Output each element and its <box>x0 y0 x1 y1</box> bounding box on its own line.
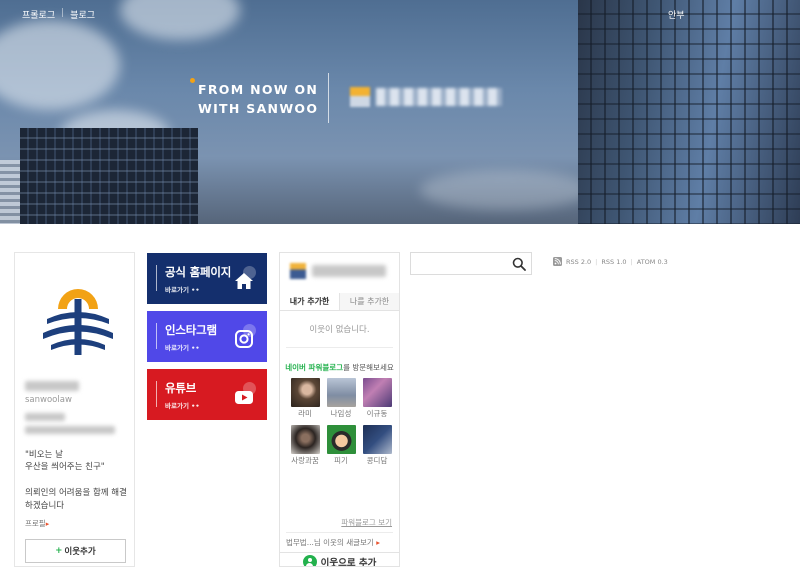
atom-link[interactable]: ATOM 0.3 <box>637 258 668 266</box>
add-as-neighbor-button[interactable]: 이웃으로 추가 <box>280 552 399 567</box>
nav-prologue[interactable]: 프롤로그 <box>22 8 55 21</box>
neighbor-tabs: 내가 추가한 나를 추가한 <box>280 293 399 311</box>
powerblog-title: 네이버 파워블로그를 방문해보세요 <box>280 362 399 373</box>
profile-info-blurred <box>25 426 115 434</box>
search-input[interactable] <box>415 256 507 271</box>
banner-title: 유튜브 <box>165 381 197 395</box>
powerblog-prefix[interactable]: 네이버 파워블로그 <box>285 363 343 372</box>
profile-card: sanwoolaw "비오는 날 우산을 씌어주는 친구" 의뢰인의 어려움을 … <box>14 252 135 567</box>
nav-blog[interactable]: 블로그 <box>70 8 95 21</box>
powerblog-name: 나임성 <box>330 409 352 418</box>
powerblog-name: 피기 <box>334 456 348 465</box>
nav-separator: | <box>61 8 65 18</box>
instagram-banner[interactable]: 인스타그램 바로가기 •• <box>147 311 267 362</box>
banner-shortcut: 바로가기 •• <box>165 402 200 410</box>
banner-shortcut: 바로가기 •• <box>165 286 200 294</box>
logo-mark <box>350 87 370 107</box>
hero-divider <box>328 73 329 123</box>
slogan-line-2: WITH SANWOO <box>198 101 319 116</box>
building-decoration <box>578 0 800 224</box>
powerblog-thumbnail <box>362 425 392 454</box>
powerblog-thumbnail <box>326 425 356 454</box>
banner-shortcut: 바로가기 •• <box>165 344 200 352</box>
banner-bar <box>156 265 157 291</box>
chevron-right-icon: ▸ <box>376 538 380 547</box>
neighbor-widget: 내가 추가한 나를 추가한 이웃이 없습니다. 네이버 파워블로그를 방문해보세… <box>279 252 400 567</box>
powerblog-name: 라미 <box>298 409 312 418</box>
powerblog-item[interactable]: 사랑과꿈 <box>287 425 323 466</box>
home-icon <box>235 273 253 289</box>
chevron-right-icon: ▸ <box>45 520 50 528</box>
neighbor-new-posts-label: 법무법...님 이웃의 새글보기 <box>286 538 374 547</box>
hero-slogan: FROM NOW ON WITH SANWOO <box>198 80 318 118</box>
powerblog-name: 이규동 <box>366 409 388 418</box>
guestbook-link[interactable]: 안부 <box>668 8 685 21</box>
banner-title: 공식 홈페이지 <box>165 265 232 279</box>
banner-title: 인스타그램 <box>165 323 217 337</box>
profile-name-blurred <box>25 381 79 391</box>
powerblog-suffix: 를 방문해보세요 <box>343 363 394 372</box>
profile-quote-line-1: "비오는 날 <box>25 450 63 460</box>
powerblog-thumbnail <box>290 425 320 454</box>
powerblog-view-link[interactable]: 파워블로그 보기 <box>280 517 392 528</box>
divider <box>286 532 393 533</box>
powerblog-grid: 라미 나임성 이규동 사랑과꿈 피기 콩디담 <box>287 378 395 466</box>
cloud-decoration <box>120 0 240 40</box>
blog-thumbnail-blurred <box>290 263 306 279</box>
instagram-icon <box>235 330 253 348</box>
powerblog-thumbnail <box>290 378 320 407</box>
logo-text-blurred <box>376 88 502 106</box>
hero-banner: 프롤로그 | 블로그 안부 FROM NOW ON WITH SANWOO <box>0 0 800 224</box>
youtube-icon <box>235 391 253 404</box>
widget-header <box>280 253 399 293</box>
profile-quote: "비오는 날 우산을 씌어주는 친구" <box>25 449 129 473</box>
divider <box>286 347 393 348</box>
tab-added-by-me[interactable]: 내가 추가한 <box>280 293 339 310</box>
rss-icon <box>553 257 562 266</box>
powerblog-item[interactable]: 콩디담 <box>359 425 395 466</box>
powerblog-item[interactable]: 피기 <box>323 425 359 466</box>
powerblog-item[interactable]: 나임성 <box>323 378 359 419</box>
rss-links: RSS 2.0 | RSS 1.0 | ATOM 0.3 <box>553 257 668 266</box>
plus-icon: + <box>55 546 63 556</box>
sanwoo-logo-icon <box>43 289 113 355</box>
add-as-neighbor-label: 이웃으로 추가 <box>320 557 377 567</box>
building-decoration <box>20 128 198 224</box>
slogan-dot <box>190 78 195 83</box>
profile-info-blurred <box>25 413 65 421</box>
powerblog-thumbnail <box>362 378 392 407</box>
profile-link-label: 프로필 <box>25 519 46 528</box>
profile-quote-line-2: 우산을 씌어주는 친구" <box>25 462 105 472</box>
rss-separator: | <box>630 257 633 266</box>
banner-bar <box>156 323 157 349</box>
search-box <box>410 252 532 275</box>
sanwoo-logo-icon <box>350 84 502 110</box>
banner-bar <box>156 381 157 407</box>
profile-link[interactable]: 프로필▸ <box>25 518 49 529</box>
tab-added-me[interactable]: 나를 추가한 <box>339 293 399 310</box>
empty-neighbors-text: 이웃이 없습니다. <box>309 325 370 335</box>
blog-name-blurred <box>312 265 386 277</box>
slogan-line-1: FROM NOW ON <box>198 82 319 97</box>
person-icon <box>302 554 317 566</box>
youtube-banner[interactable]: 유튜브 바로가기 •• <box>147 369 267 420</box>
powerblog-item[interactable]: 라미 <box>287 378 323 419</box>
powerblog-thumbnail <box>326 378 356 407</box>
rss1-link[interactable]: RSS 1.0 <box>601 258 626 266</box>
neighbor-new-posts-link[interactable]: 법무법...님 이웃의 새글보기 ▸ <box>286 537 380 548</box>
top-nav: 프롤로그 | 블로그 <box>22 8 95 21</box>
homepage-banner[interactable]: 공식 홈페이지 바로가기 •• <box>147 253 267 304</box>
cloud-decoration <box>0 20 120 110</box>
search-icon[interactable] <box>512 257 526 271</box>
rss-separator: | <box>595 257 598 266</box>
powerblog-name: 사랑과꿈 <box>291 456 319 465</box>
profile-intro: 의뢰인의 어려움을 함께 해결하겠습니다 <box>25 488 127 511</box>
powerblog-name: 콩디담 <box>366 456 388 465</box>
profile-blog-id: sanwoolaw <box>25 395 72 405</box>
rss2-link[interactable]: RSS 2.0 <box>566 258 591 266</box>
add-neighbor-label: 이웃추가 <box>64 547 96 557</box>
add-neighbor-button[interactable]: + 이웃추가 <box>25 539 126 563</box>
cloud-decoration <box>420 170 590 210</box>
powerblog-item[interactable]: 이규동 <box>359 378 395 419</box>
